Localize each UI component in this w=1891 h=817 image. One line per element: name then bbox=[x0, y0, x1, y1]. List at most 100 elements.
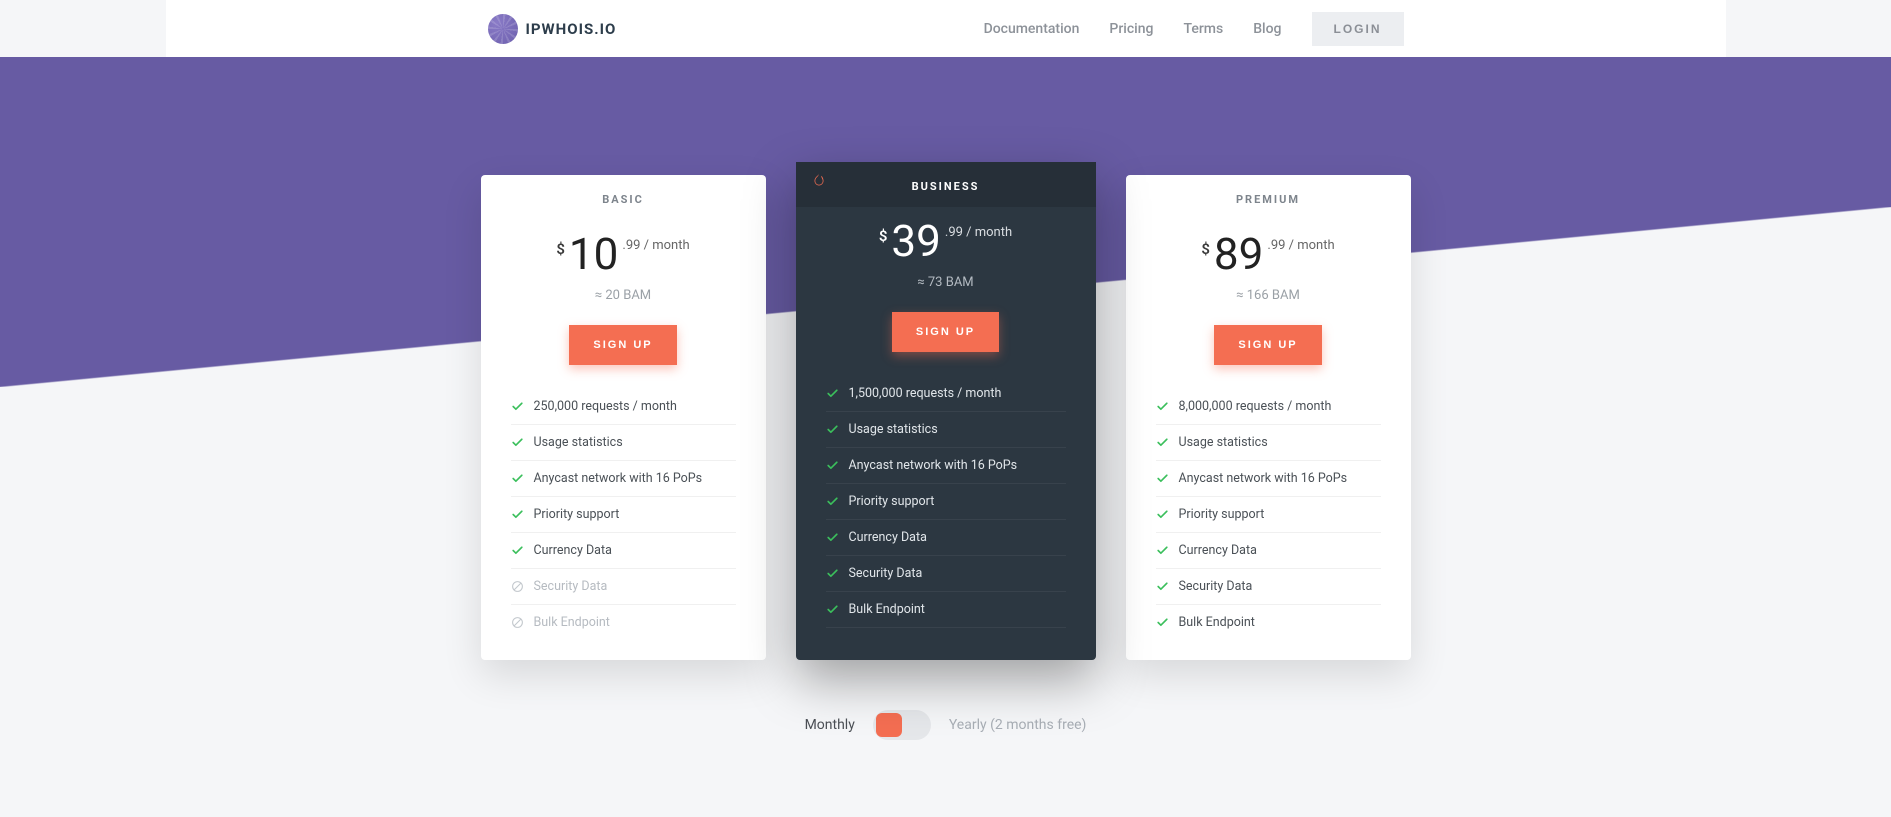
nav: Documentation Pricing Terms Blog Login bbox=[984, 12, 1404, 46]
plans: Basic $ 10 .99 / month ≈ 20 BAM Sign Up … bbox=[446, 175, 1446, 660]
check-icon bbox=[826, 567, 839, 580]
feature-item: Priority support bbox=[511, 497, 736, 533]
plan-premium: Premium $ 89 .99 / month ≈ 166 BAM Sign … bbox=[1126, 175, 1411, 660]
fire-icon bbox=[810, 172, 828, 190]
feature-text: Priority support bbox=[1179, 507, 1265, 522]
disabled-icon bbox=[511, 616, 524, 629]
feature-item: Anycast network with 16 PoPs bbox=[511, 461, 736, 497]
signup-button[interactable]: Sign Up bbox=[569, 325, 676, 365]
feature-item: Anycast network with 16 PoPs bbox=[826, 448, 1066, 484]
feature-item: Usage statistics bbox=[1156, 425, 1381, 461]
feature-text: Anycast network with 16 PoPs bbox=[1179, 471, 1348, 486]
check-icon bbox=[1156, 400, 1169, 413]
price-amount: 89 bbox=[1214, 232, 1263, 276]
nav-blog[interactable]: Blog bbox=[1253, 21, 1281, 37]
price-approx: ≈ 20 BAM bbox=[481, 288, 766, 303]
check-icon bbox=[1156, 472, 1169, 485]
feature-text: Bulk Endpoint bbox=[849, 602, 925, 617]
feature-item: 1,500,000 requests / month bbox=[826, 376, 1066, 412]
feature-text: Usage statistics bbox=[534, 435, 623, 450]
feature-text: Currency Data bbox=[1179, 543, 1257, 558]
check-icon bbox=[826, 531, 839, 544]
nav-terms[interactable]: Terms bbox=[1183, 21, 1223, 37]
feature-item: Security Data bbox=[1156, 569, 1381, 605]
toggle-label-monthly: Monthly bbox=[805, 717, 855, 733]
login-button[interactable]: Login bbox=[1312, 12, 1404, 46]
feature-item: 250,000 requests / month bbox=[511, 389, 736, 425]
feature-item: Currency Data bbox=[826, 520, 1066, 556]
feature-text: Anycast network with 16 PoPs bbox=[849, 458, 1018, 473]
check-icon bbox=[1156, 616, 1169, 629]
price-currency: $ bbox=[556, 240, 565, 258]
check-icon bbox=[511, 436, 524, 449]
feature-item: Priority support bbox=[826, 484, 1066, 520]
check-icon bbox=[1156, 508, 1169, 521]
check-icon bbox=[826, 423, 839, 436]
features-list: 1,500,000 requests / month Usage statisti… bbox=[796, 376, 1096, 628]
logo-icon bbox=[488, 14, 518, 44]
check-icon bbox=[1156, 544, 1169, 557]
check-icon bbox=[826, 495, 839, 508]
price-currency: $ bbox=[1201, 240, 1210, 258]
feature-item: Currency Data bbox=[511, 533, 736, 569]
price: $ 39 .99 / month bbox=[796, 207, 1096, 267]
price: $ 10 .99 / month bbox=[481, 220, 766, 280]
feature-item: Usage statistics bbox=[826, 412, 1066, 448]
feature-text: Priority support bbox=[534, 507, 620, 522]
signup-button[interactable]: Sign Up bbox=[1214, 325, 1321, 365]
price-sub: .99 / month bbox=[945, 225, 1012, 240]
check-icon bbox=[511, 508, 524, 521]
check-icon bbox=[511, 472, 524, 485]
plan-title: Premium bbox=[1126, 175, 1411, 220]
feature-item: Security Data bbox=[826, 556, 1066, 592]
logo[interactable]: IPWHOIS.IO bbox=[488, 14, 617, 44]
signup-button[interactable]: Sign Up bbox=[892, 312, 999, 352]
check-icon bbox=[826, 603, 839, 616]
feature-item: Bulk Endpoint bbox=[826, 592, 1066, 628]
nav-pricing[interactable]: Pricing bbox=[1109, 21, 1153, 37]
plan-basic: Basic $ 10 .99 / month ≈ 20 BAM Sign Up … bbox=[481, 175, 766, 660]
toggle-knob bbox=[876, 713, 902, 737]
billing-toggle[interactable] bbox=[873, 710, 931, 740]
feature-item: Bulk Endpoint bbox=[1156, 605, 1381, 640]
feature-text: Bulk Endpoint bbox=[1179, 615, 1255, 630]
feature-text: Bulk Endpoint bbox=[534, 615, 610, 630]
feature-text: 250,000 requests / month bbox=[534, 399, 677, 414]
feature-text: Security Data bbox=[1179, 579, 1253, 594]
disabled-icon bbox=[511, 580, 524, 593]
price-approx: ≈ 73 BAM bbox=[796, 275, 1096, 290]
feature-text: 1,500,000 requests / month bbox=[849, 386, 1002, 401]
check-icon bbox=[826, 459, 839, 472]
plan-title: Basic bbox=[481, 175, 766, 220]
feature-item: Anycast network with 16 PoPs bbox=[1156, 461, 1381, 497]
feature-text: Usage statistics bbox=[1179, 435, 1268, 450]
price-approx: ≈ 166 BAM bbox=[1126, 288, 1411, 303]
feature-text: Anycast network with 16 PoPs bbox=[534, 471, 703, 486]
price: $ 89 .99 / month bbox=[1126, 220, 1411, 280]
plan-title-text: Business bbox=[912, 180, 980, 193]
feature-text: Currency Data bbox=[534, 543, 612, 558]
logo-text: IPWHOIS.IO bbox=[526, 20, 617, 38]
check-icon bbox=[826, 387, 839, 400]
feature-item: Bulk Endpoint bbox=[511, 605, 736, 640]
plan-title: Business bbox=[796, 162, 1096, 207]
feature-item: Security Data bbox=[511, 569, 736, 605]
price-amount: 39 bbox=[891, 219, 940, 263]
feature-item: Usage statistics bbox=[511, 425, 736, 461]
feature-item: Priority support bbox=[1156, 497, 1381, 533]
check-icon bbox=[511, 400, 524, 413]
price-sub: .99 / month bbox=[1267, 238, 1334, 253]
check-icon bbox=[511, 544, 524, 557]
billing-toggle-row: Monthly Yearly (2 months free) bbox=[0, 710, 1891, 740]
check-icon bbox=[1156, 580, 1169, 593]
features-list: 8,000,000 requests / month Usage statisti… bbox=[1126, 389, 1411, 640]
plan-business: Business $ 39 .99 / month ≈ 73 BAM Sign … bbox=[796, 162, 1096, 660]
features-list: 250,000 requests / month Usage statistics… bbox=[481, 389, 766, 640]
feature-item: Currency Data bbox=[1156, 533, 1381, 569]
price-currency: $ bbox=[879, 227, 888, 245]
price-amount: 10 bbox=[569, 232, 618, 276]
feature-text: Security Data bbox=[849, 566, 923, 581]
nav-documentation[interactable]: Documentation bbox=[984, 21, 1080, 37]
feature-item: 8,000,000 requests / month bbox=[1156, 389, 1381, 425]
feature-text: Currency Data bbox=[849, 530, 927, 545]
